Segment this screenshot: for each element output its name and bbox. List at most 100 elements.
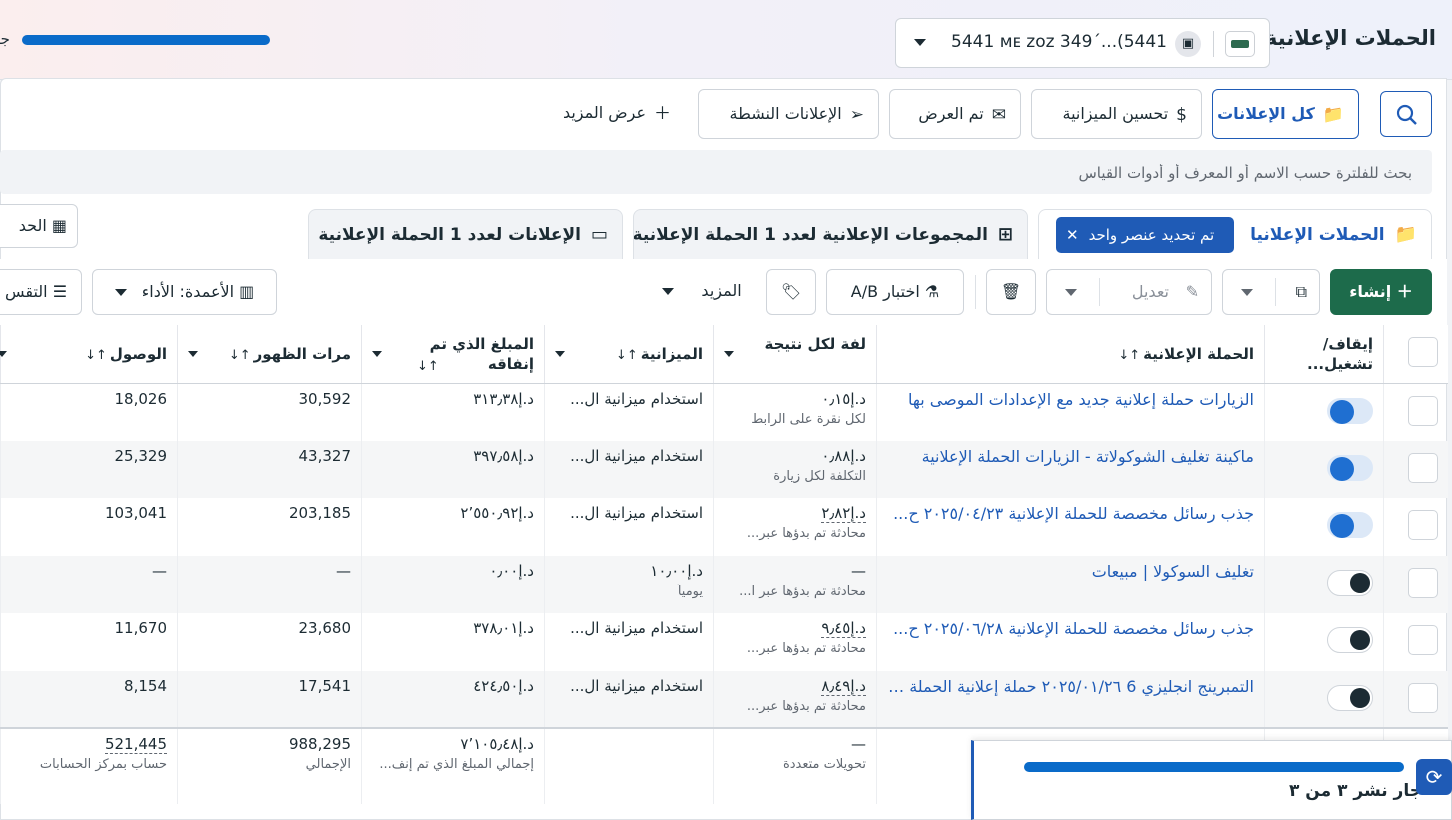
row-select-cell (1383, 498, 1448, 556)
tab-campaigns[interactable]: 📁 الحملات الإعلانيا تم تحديد عنصر واحد ✕ (1038, 209, 1432, 261)
chip-label: تم العرض (918, 104, 984, 123)
cost-per-result-cell: د.إ٩٫٤٥ محادثة تم بدؤها عبر... (713, 613, 877, 671)
chip-all-ads[interactable]: 📁 كل الإعلانات (1212, 89, 1359, 139)
cost-per-result: د.إ٠٫١٥ (821, 389, 866, 408)
delivery-toggle[interactable] (1327, 397, 1373, 424)
cost-per-result: — (851, 561, 866, 580)
button-label: الحد (18, 216, 47, 235)
sort-icon[interactable]: ↑↓ (417, 359, 439, 374)
sort-icon[interactable]: ↑↓ (616, 348, 638, 363)
table-row[interactable]: تغليف السوكولا | مبيعات — محادثة تم بدؤها … (0, 555, 1448, 613)
divider (1275, 278, 1276, 306)
row-select-cell (1383, 670, 1448, 728)
campaign-name-link[interactable]: الزيارات حملة إعلانية جديد مع الإعدادات … (887, 390, 1254, 409)
totals-cost-cell: — تحويلات متعددة (713, 727, 877, 804)
campaign-name-link[interactable]: تغليف السوكولا | مبيعات (887, 562, 1254, 581)
columns-button[interactable]: ▥ الأعمدة: الأداء (92, 269, 277, 315)
ab-test-button[interactable]: ⚗ اختبار A/B (826, 269, 964, 315)
delivery-toggle[interactable] (1327, 684, 1373, 711)
column-header-campaign[interactable]: الحملة الإعلانية↑↓ (876, 325, 1265, 384)
sort-icon[interactable]: ↑↓ (1118, 348, 1140, 363)
delivery-toggle[interactable] (1327, 627, 1373, 653)
refresh-icon[interactable]: ⟳ (1416, 759, 1452, 795)
result-type: محادثة تم بدؤها عبر... (746, 526, 866, 541)
campaign-name-cell: تغليف السوكولا | مبيعات (876, 555, 1265, 613)
sort-icon[interactable]: ↑↓ (85, 348, 107, 363)
chip-delivered[interactable]: ✉ تم العرض (889, 89, 1021, 139)
campaign-name-link[interactable]: جذب رسائل مخصصة للحملة الإعلانية ٢٠٢٥/٠٦… (887, 619, 1254, 638)
tag-button[interactable]: 🏷 (766, 269, 816, 315)
chevron-down-icon[interactable] (555, 351, 565, 357)
delivery-toggle[interactable] (1327, 512, 1373, 538)
budget-value: استخدام ميزانية ال... (570, 504, 703, 522)
chevron-down-icon[interactable] (188, 351, 198, 357)
plus-icon: ＋ (654, 103, 671, 124)
header-label: المبلغ الذي تم إنفاقه (429, 334, 534, 373)
search-icon (1396, 104, 1417, 125)
edit-button[interactable]: ✎ تعديل (1046, 269, 1212, 315)
more-button[interactable]: المزيد (650, 269, 754, 315)
sort-icon[interactable]: ↑↓ (229, 348, 251, 363)
chevron-down-icon[interactable] (0, 351, 7, 357)
breakdown-button[interactable]: ☰ التقس (0, 269, 82, 315)
row-checkbox[interactable] (1407, 395, 1438, 426)
search-button[interactable] (1380, 91, 1432, 137)
tab-adsets[interactable]: ⊞ المجموعات الإعلانية لعدد 1 الحملة الإعل… (633, 209, 1028, 261)
chevron-down-icon (914, 39, 926, 46)
budget-value: استخدام ميزانية ال... (570, 446, 703, 465)
tab-ads[interactable]: ▭ الإعلانات لعدد 1 الحملة الإعلانية (308, 209, 623, 261)
table-row[interactable]: الزيارات حملة إعلانية جديد مع الإعدادات … (0, 383, 1448, 441)
header-label: إيقاف/ تشغيل... (1307, 334, 1373, 373)
chip-show-more[interactable]: ＋ عرض المزيد (545, 89, 685, 139)
campaign-name-link[interactable]: التمبرينج انجليزي 6 ٢٠٢٥/٠١/٢٦ حملة إعلا… (887, 677, 1254, 696)
tag-icon: 🏷 (780, 282, 802, 301)
column-header-budget[interactable]: الميزانية↑↓ (544, 325, 714, 384)
header-label: الوصول (109, 344, 167, 363)
chip-budget-optimization[interactable]: $ تحسين الميزانية (1031, 89, 1202, 139)
table-row[interactable]: جذب رسائل مخصصة للحملة الإعلانية ٢٠٢٥/٠٤… (0, 498, 1448, 556)
campaign-name-link[interactable]: ماكينة تغليف الشوكولاتة - الزيارات الحمل… (887, 447, 1254, 466)
row-toggle-cell (1264, 383, 1384, 441)
view-setup-button[interactable]: ▦ الحد (0, 204, 78, 248)
account-name: 5441 ᴍᴇ ᴢᴏᴢ 349ˊ...(5441 (951, 32, 1167, 52)
send-icon: ➢ (849, 104, 864, 125)
chevron-down-icon[interactable] (372, 351, 382, 357)
select-all-checkbox[interactable] (1407, 336, 1438, 367)
row-checkbox[interactable] (1407, 452, 1438, 483)
account-selector[interactable]: ▣ 5441 ᴍᴇ ᴢᴏᴢ 349ˊ...(5441 (895, 18, 1270, 68)
close-icon[interactable]: ✕ (1066, 226, 1079, 244)
reach-cell: 18,026 (0, 383, 178, 441)
cost-per-result-cell: د.إ٠٫١٥ لكل نقرة على الرابط (713, 383, 877, 441)
delivery-toggle[interactable] (1327, 454, 1373, 481)
column-header-cost-per-result[interactable]: لفة لكل نتيجة (713, 325, 877, 384)
delivery-toggle[interactable] (1327, 569, 1373, 596)
flask-icon: ⚗ (924, 282, 940, 301)
row-checkbox[interactable] (1407, 510, 1438, 540)
chip-active-ads[interactable]: ➢ الإعلانات النشطة (698, 89, 879, 139)
chip-label: كل الإعلانات (1217, 104, 1315, 123)
reach-value: 18,026 (114, 389, 168, 408)
table-row[interactable]: التمبرينج انجليزي 6 ٢٠٢٥/٠١/٢٦ حملة إعلا… (0, 670, 1448, 728)
delete-button[interactable]: 🗑 (986, 269, 1036, 315)
column-header-amount-spent[interactable]: المبلغ الذي تم إنفاقه ↑↓ (361, 325, 545, 384)
tab-label: الإعلانات لعدد 1 الحملة الإعلانية (318, 225, 581, 245)
create-button[interactable]: ＋ إنشاء (1330, 269, 1432, 315)
duplicate-button[interactable]: ⧉ (1222, 269, 1320, 315)
table-row[interactable]: جذب رسائل مخصصة للحملة الإعلانية ٢٠٢٥/٠٦… (0, 613, 1448, 671)
column-header-impressions[interactable]: مرات الظهور↑↓ (177, 325, 362, 384)
row-checkbox[interactable] (1407, 682, 1438, 713)
search-input[interactable] (512, 162, 1412, 184)
totals-spent-cell: د.إ٧٬١٠٥٫٤٨ إجمالي المبلغ الذي تم إنف... (361, 727, 545, 804)
impressions-cell: 30,592 (177, 383, 362, 441)
breakdown-icon: ☰ (52, 282, 68, 301)
row-checkbox[interactable] (1407, 567, 1438, 598)
table-row[interactable]: ماكينة تغليف الشوكولاتة - الزيارات الحمل… (0, 440, 1448, 498)
impressions-cell: — (177, 555, 362, 613)
column-header-reach[interactable]: الوصول↑↓ (0, 325, 178, 384)
campaign-name-link[interactable]: جذب رسائل مخصصة للحملة الإعلانية ٢٠٢٥/٠٤… (887, 504, 1254, 523)
row-select-cell (1383, 440, 1448, 498)
business-icon: ▣ (1175, 31, 1201, 57)
row-checkbox[interactable] (1407, 625, 1438, 655)
column-header-toggle[interactable]: إيقاف/ تشغيل... (1264, 325, 1384, 384)
chevron-down-icon[interactable] (724, 351, 734, 357)
